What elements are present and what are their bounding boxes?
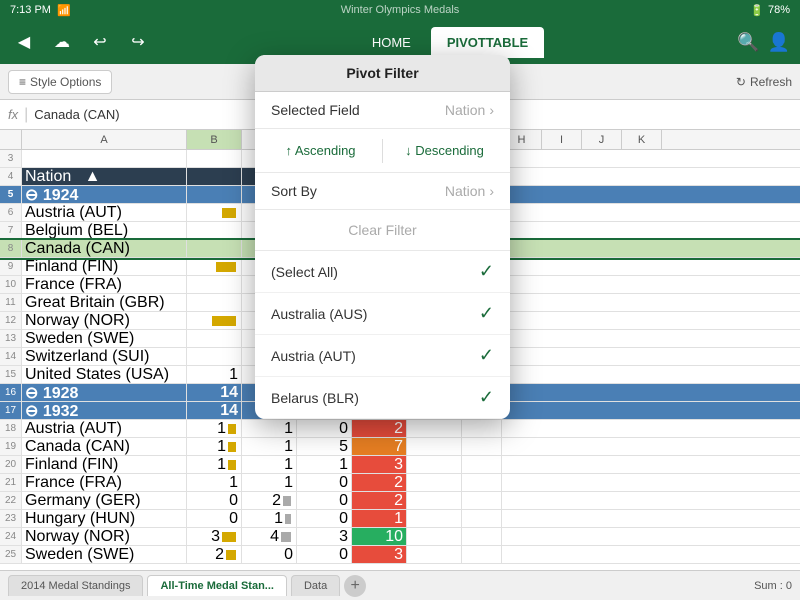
pivot-filter-title: Pivot Filter (255, 55, 510, 92)
filter-item-label-3: Belarus (BLR) (271, 390, 479, 406)
selected-field-value-text: Nation (445, 102, 485, 118)
sort-by-label: Sort By (271, 183, 445, 199)
ascending-button[interactable]: ↑ Ascending (271, 137, 370, 164)
sort-by-value: Nation › (445, 183, 494, 199)
filter-item-australia[interactable]: Australia (AUS) ✓ (255, 293, 510, 335)
pivot-filter-overlay: Pivot Filter Selected Field Nation › ↑ A… (0, 0, 800, 600)
filter-item-label-1: Australia (AUS) (271, 306, 479, 322)
check-icon-2: ✓ (479, 345, 494, 366)
pivot-filter-popup: Pivot Filter Selected Field Nation › ↑ A… (255, 55, 510, 419)
filter-item-austria[interactable]: Austria (AUT) ✓ (255, 335, 510, 377)
sort-buttons-row: ↑ Ascending ↓ Descending (255, 129, 510, 173)
sort-by-value-text: Nation (445, 183, 485, 199)
check-icon-1: ✓ (479, 303, 494, 324)
chevron-right-icon: › (489, 102, 494, 118)
sort-divider (382, 139, 383, 163)
filter-item-label-2: Austria (AUT) (271, 348, 479, 364)
sort-by-row[interactable]: Sort By Nation › (255, 173, 510, 210)
sort-chevron-icon: › (489, 183, 494, 199)
filter-item-belarus[interactable]: Belarus (BLR) ✓ (255, 377, 510, 419)
clear-filter-button[interactable]: Clear Filter (255, 210, 510, 251)
selected-field-value: Nation › (445, 102, 494, 118)
selected-field-label: Selected Field (271, 102, 445, 118)
check-icon-0: ✓ (479, 261, 494, 282)
check-icon-3: ✓ (479, 387, 494, 408)
filter-item-label-0: (Select All) (271, 264, 479, 280)
selected-field-row[interactable]: Selected Field Nation › (255, 92, 510, 129)
descending-button[interactable]: ↓ Descending (395, 137, 494, 164)
filter-item-select-all[interactable]: (Select All) ✓ (255, 251, 510, 293)
